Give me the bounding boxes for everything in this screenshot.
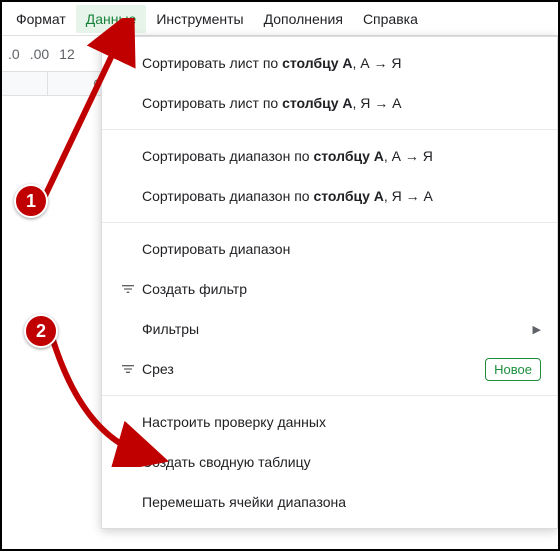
new-badge: Новое xyxy=(485,358,541,381)
menu-item-label: Настроить проверку данных xyxy=(142,414,541,430)
menu-separator xyxy=(102,222,557,223)
slicer-icon xyxy=(114,361,142,377)
menu-item-label: Сортировать диапазон xyxy=(142,241,541,257)
menu-item-label: Сортировать лист по столбцу A, Я → А xyxy=(142,95,541,111)
menubar: Формат Данные Инструменты Дополнения Спр… xyxy=(2,2,558,36)
filter-icon xyxy=(114,281,142,297)
data-menu-dropdown: Сортировать лист по столбцу A, А → Я Сор… xyxy=(101,36,558,529)
menu-addons[interactable]: Дополнения xyxy=(254,5,353,33)
row-header-spacer xyxy=(2,72,48,95)
menu-separator xyxy=(102,395,557,396)
menu-data-validation[interactable]: Настроить проверку данных xyxy=(102,402,557,442)
decrease-decimal-button[interactable]: .0 xyxy=(8,46,20,62)
menu-filters[interactable]: Фильтры ▶ xyxy=(102,309,557,349)
menu-sort-sheet-desc[interactable]: Сортировать лист по столбцу A, Я → А xyxy=(102,83,557,123)
menu-slicer[interactable]: Срез Новое xyxy=(102,349,557,389)
menu-sort-range[interactable]: Сортировать диапазон xyxy=(102,229,557,269)
menu-item-label: Создать сводную таблицу xyxy=(142,454,541,470)
menu-item-label: Срез xyxy=(142,361,485,377)
callout-1: 1 xyxy=(14,184,48,218)
menu-help[interactable]: Справка xyxy=(353,5,428,33)
menu-sort-range-desc[interactable]: Сортировать диапазон по столбцу A, Я → А xyxy=(102,176,557,216)
menu-randomize-range[interactable]: Перемешать ячейки диапазона xyxy=(102,482,557,522)
callout-2: 2 xyxy=(24,314,58,348)
increase-decimal-button[interactable]: .00 xyxy=(30,46,49,62)
menu-data[interactable]: Данные xyxy=(76,5,147,33)
menu-tools[interactable]: Инструменты xyxy=(146,5,253,33)
menu-item-label: Создать фильтр xyxy=(142,281,541,297)
format-number-button[interactable]: 12 xyxy=(59,46,75,62)
menu-item-label: Сортировать лист по столбцу A, А → Я xyxy=(142,55,541,71)
menu-pivot-table[interactable]: Создать сводную таблицу xyxy=(102,442,557,482)
menu-format[interactable]: Формат xyxy=(6,5,76,33)
menu-item-label: Перемешать ячейки диапазона xyxy=(142,494,541,510)
chevron-right-icon: ▶ xyxy=(533,323,541,336)
menu-sort-sheet-asc[interactable]: Сортировать лист по столбцу A, А → Я xyxy=(102,43,557,83)
menu-item-label: Фильтры xyxy=(142,321,533,337)
menu-item-label: Сортировать диапазон по столбцу A, Я → А xyxy=(142,188,541,204)
menu-sort-range-asc[interactable]: Сортировать диапазон по столбцу A, А → Я xyxy=(102,136,557,176)
menu-item-label: Сортировать диапазон по столбцу A, А → Я xyxy=(142,148,541,164)
menu-create-filter[interactable]: Создать фильтр xyxy=(102,269,557,309)
menu-separator xyxy=(102,129,557,130)
